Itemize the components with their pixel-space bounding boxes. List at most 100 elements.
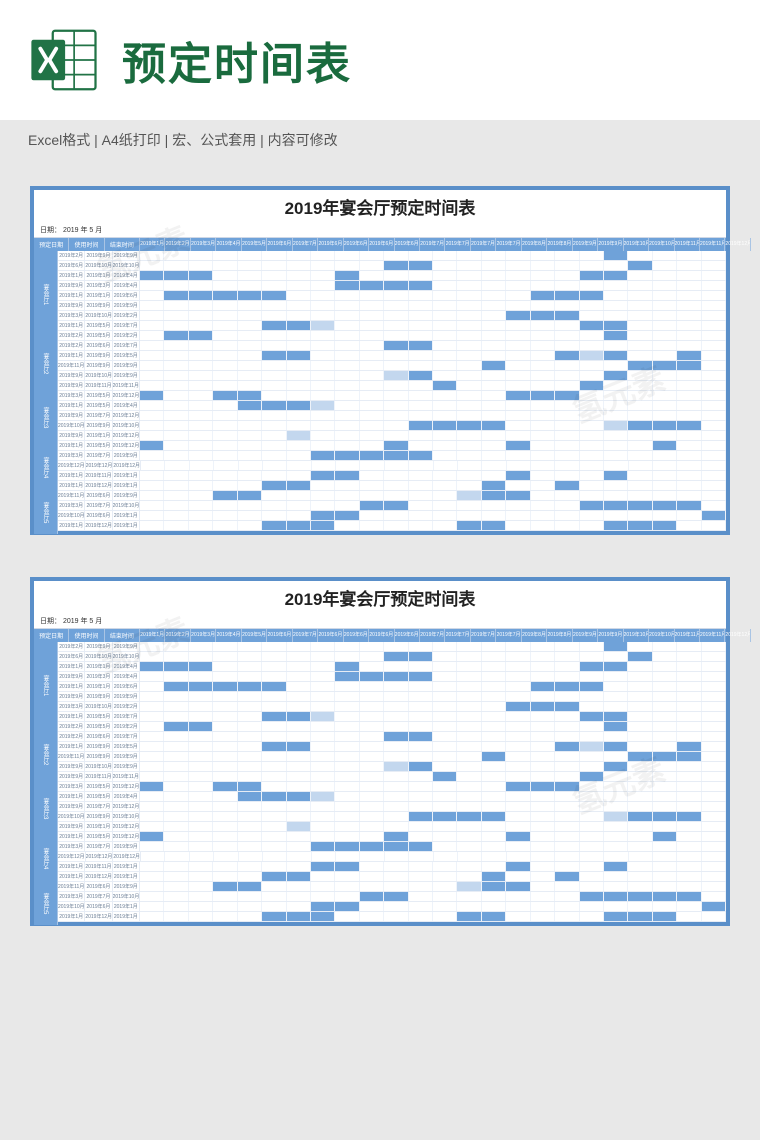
gantt-cell	[287, 692, 311, 701]
gantt-cell	[140, 391, 164, 400]
date-cell: 2019年11月	[58, 752, 85, 761]
gantt-cell	[409, 682, 433, 691]
gantt-cell	[457, 351, 481, 360]
gantt-cell	[311, 361, 335, 370]
gantt-cell	[287, 752, 311, 761]
gantt-cell	[555, 321, 579, 330]
date-cell: 2019年6月	[85, 341, 112, 350]
gantt-cell	[628, 662, 652, 671]
gantt-cell	[189, 341, 213, 350]
gantt-cell	[189, 802, 213, 811]
gantt-cell	[457, 481, 481, 490]
gantt-cell	[360, 702, 384, 711]
gantt-cell	[653, 772, 677, 781]
gantt-cell	[238, 421, 262, 430]
gantt-cell	[482, 872, 506, 881]
date-cell: 2019年1月	[85, 291, 112, 300]
gantt-cell	[653, 882, 677, 891]
month-header: 2019年7月	[471, 629, 496, 642]
gantt-cell	[287, 712, 311, 721]
gantt-cell	[335, 792, 359, 801]
gantt-cell	[140, 271, 164, 280]
gantt-cell	[213, 471, 237, 480]
gantt-cell	[189, 521, 213, 530]
gantt-row: 2019年9月2019年11月2019年11月	[34, 772, 726, 782]
gantt-cell	[164, 361, 188, 370]
gantt-cell	[213, 451, 237, 460]
gantt-cell	[287, 652, 311, 661]
gantt-cell	[360, 792, 384, 801]
gantt-cell	[189, 822, 213, 831]
gantt-cell	[433, 902, 457, 911]
gantt-cell	[287, 471, 311, 480]
gantt-cell	[506, 441, 530, 450]
gantt-cell	[506, 722, 530, 731]
gantt-cell	[409, 261, 433, 270]
gantt-cell	[360, 301, 384, 310]
gantt-row: 2019年2月2019年6月2019年7月	[34, 341, 726, 351]
gantt-cell	[164, 762, 188, 771]
gantt-cell	[384, 491, 408, 500]
gantt-cell	[311, 902, 335, 911]
gantt-cell	[677, 511, 701, 520]
gantt-cell	[677, 431, 701, 440]
gantt-cell	[409, 331, 433, 340]
gantt-cell	[189, 431, 213, 440]
gantt-cell	[189, 682, 213, 691]
gantt-cell	[506, 702, 530, 711]
gantt-cell	[360, 331, 384, 340]
date-cell: 2019年7月	[85, 802, 112, 811]
gantt-cell	[580, 642, 604, 651]
gantt-cell	[628, 381, 652, 390]
gantt-cell	[164, 381, 188, 390]
gantt-cell	[531, 902, 555, 911]
gantt-cell	[555, 822, 579, 831]
gantt-cell	[580, 872, 604, 881]
gantt-cell	[628, 371, 652, 380]
gantt-cell	[238, 862, 262, 871]
gantt-cell	[189, 441, 213, 450]
gantt-cell	[702, 381, 726, 390]
gantt-cell	[164, 291, 188, 300]
gantt-cell	[555, 451, 579, 460]
gantt-cell	[262, 832, 286, 841]
gantt-cell	[531, 762, 555, 771]
gantt-cell	[457, 882, 481, 891]
gantt-cell	[384, 281, 408, 290]
gantt-row: 宴会厅12019年2月2019年9月2019年9月	[34, 251, 726, 261]
gantt-cell	[531, 501, 555, 510]
gantt-cell	[238, 511, 262, 520]
gantt-cell	[677, 812, 701, 821]
gantt-cell	[628, 892, 652, 901]
gantt-cell	[555, 421, 579, 430]
gantt-cell	[604, 772, 628, 781]
gantt-row: 宴会厅42019年1月2019年5月2019年12月	[34, 441, 726, 451]
gantt-cell	[555, 692, 579, 701]
gantt-cell	[409, 341, 433, 350]
gantt-cell	[164, 491, 188, 500]
gantt-cell	[604, 491, 628, 500]
gantt-cell	[433, 672, 457, 681]
gantt-cell	[702, 692, 726, 701]
gantt-row: 2019年6月2019年10月2019年10月	[34, 652, 726, 662]
gantt-cell	[506, 712, 530, 721]
gantt-cell	[140, 822, 164, 831]
gantt-cell	[238, 331, 262, 340]
gantt-cell	[628, 672, 652, 681]
gantt-cell	[457, 521, 481, 530]
gantt-cell	[238, 411, 262, 420]
gantt-cell	[262, 652, 286, 661]
gantt-cell	[457, 371, 481, 380]
gantt-cell	[287, 832, 311, 841]
gantt-cell	[311, 672, 335, 681]
gantt-cell	[140, 371, 164, 380]
gantt-cell	[262, 892, 286, 901]
gantt-cell	[189, 762, 213, 771]
col-header: 使用时间	[69, 238, 104, 251]
gantt-cell	[189, 642, 213, 651]
gantt-cell	[555, 702, 579, 711]
gantt-cell	[433, 642, 457, 651]
gantt-cell	[335, 471, 359, 480]
date-cell: 2019年7月	[85, 451, 112, 460]
gantt-cell	[311, 391, 335, 400]
